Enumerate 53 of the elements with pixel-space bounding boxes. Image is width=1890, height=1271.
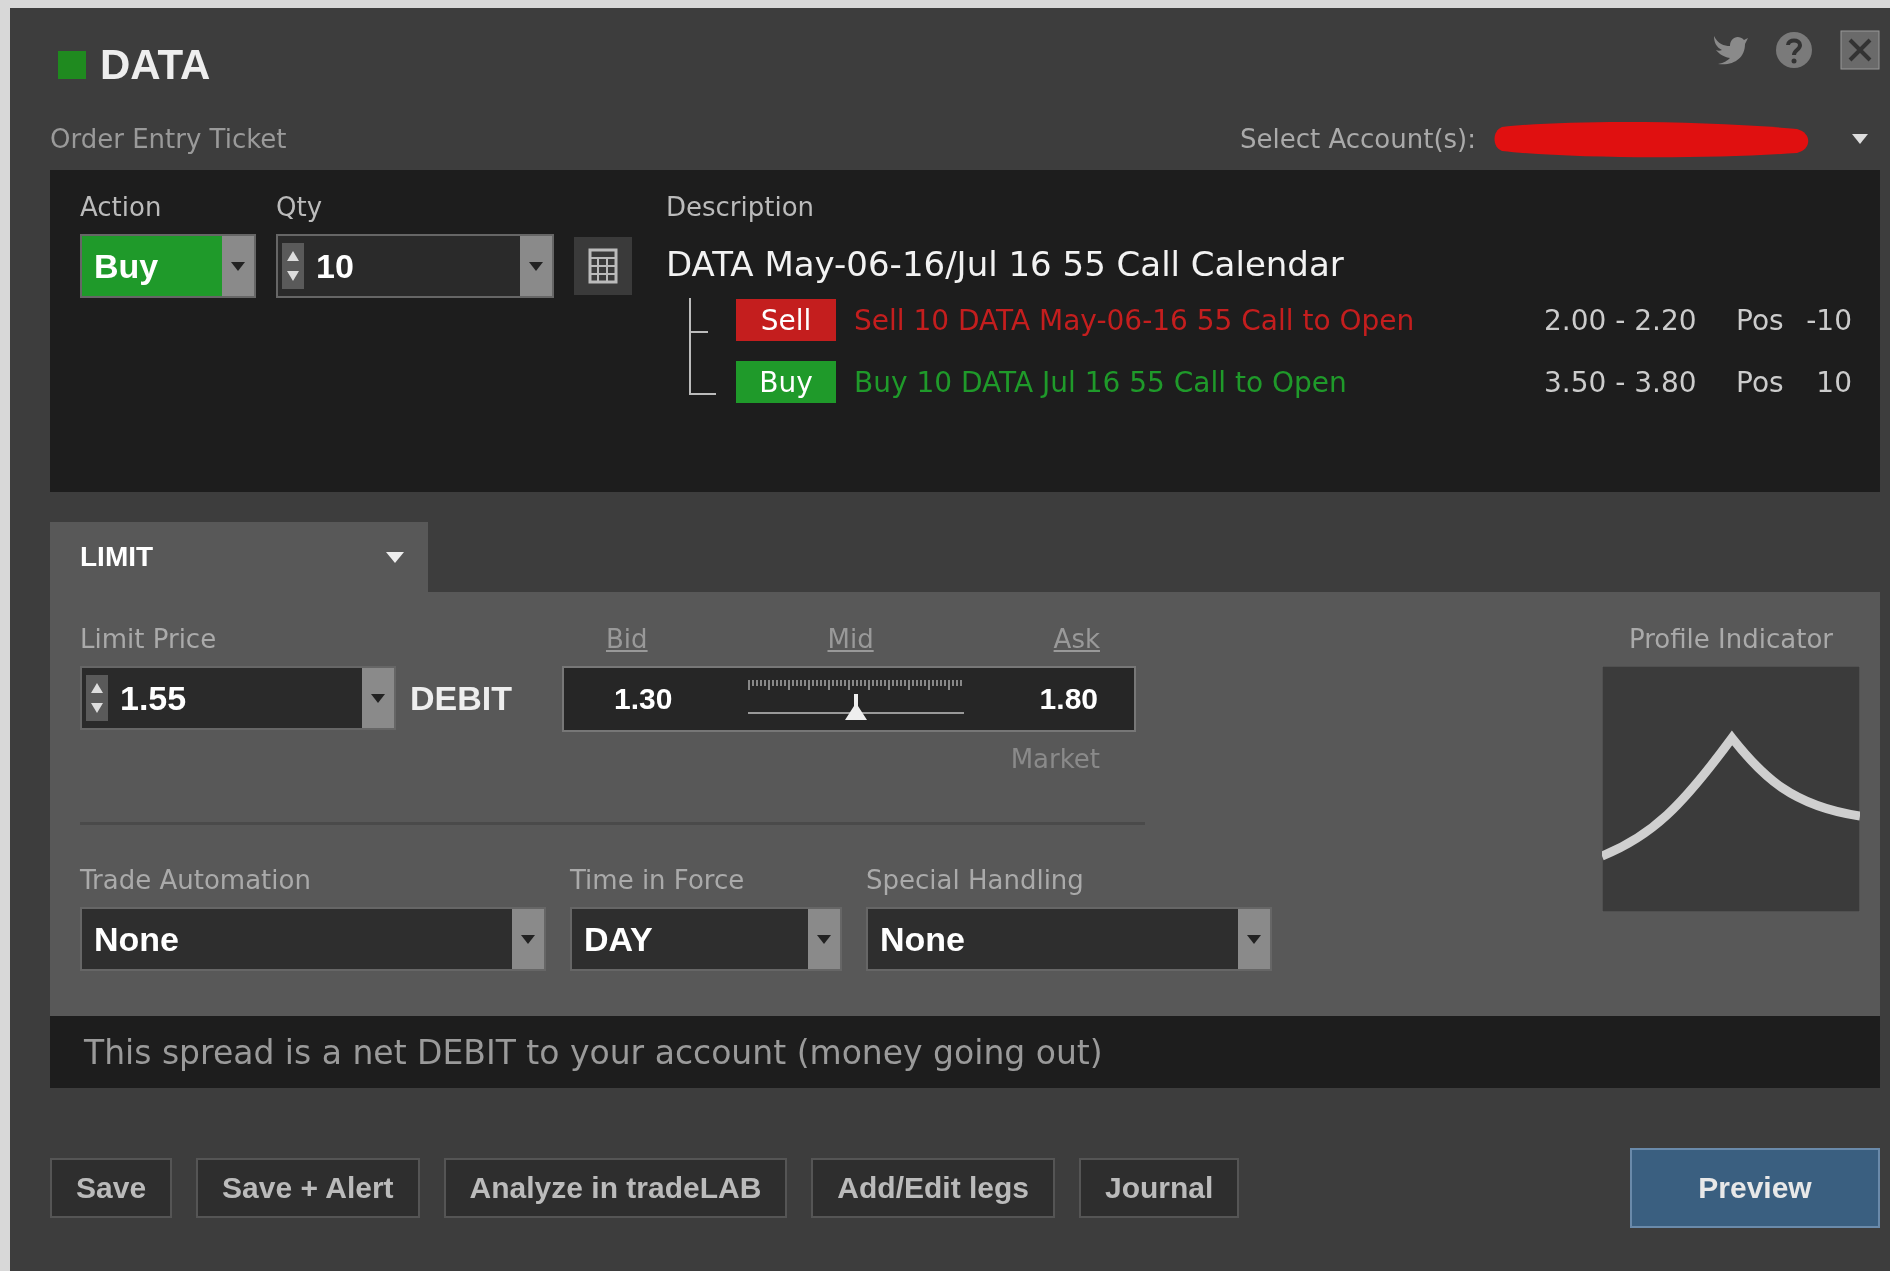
action-button[interactable]: Save	[50, 1158, 173, 1218]
caret-icon[interactable]	[817, 934, 831, 944]
position-value: -10	[1805, 303, 1852, 337]
field-label: Qty	[276, 192, 324, 224]
ask-price: 1.80	[1039, 682, 1098, 716]
leg-price-range: 3.50 - 3.80	[1544, 365, 1698, 399]
leg-side-badge: Sell	[736, 299, 836, 341]
caret-icon[interactable]	[231, 261, 245, 271]
position-value: 10	[1815, 365, 1852, 399]
dropdown[interactable]: DAY	[570, 907, 842, 971]
leg-side-badge: Buy	[736, 361, 836, 403]
caret-icon[interactable]	[529, 261, 543, 271]
quantity-field[interactable]: 10	[276, 234, 554, 298]
status-message: This spread is a net DEBIT to your account (money going out)	[50, 1016, 1880, 1088]
dropdown[interactable]: None	[80, 907, 546, 971]
caret-icon[interactable]	[386, 551, 404, 563]
preview-button[interactable]: Preview	[1630, 1148, 1880, 1228]
spinner-icon[interactable]	[282, 243, 304, 289]
leg-price-range: 2.00 - 2.20	[1544, 303, 1698, 337]
caret-icon[interactable]	[1247, 934, 1261, 944]
caret-icon[interactable]	[371, 693, 385, 703]
bid-price: 1.30	[614, 682, 673, 716]
field-label: Time in Force	[570, 865, 746, 897]
action-dropdown[interactable]: Buy	[80, 234, 256, 298]
order-description: DATA May-06-16/Jul 16 55 Call Calendar	[666, 243, 1345, 286]
spinner-icon[interactable]	[86, 675, 108, 721]
dropdown[interactable]: None	[866, 907, 1272, 971]
leg-description: Sell 10 DATA May-06-16 55 Call to Open	[854, 303, 1416, 337]
caret-icon[interactable]	[521, 934, 535, 944]
field-label: Description	[666, 192, 816, 224]
field-label: Special Handling	[866, 865, 1085, 897]
action-button[interactable]: Journal	[1079, 1158, 1240, 1218]
field-label: Trade Automation	[80, 865, 312, 897]
help-icon[interactable]	[1774, 30, 1814, 70]
price-unit: DEBIT	[410, 678, 512, 718]
field-label: Limit Price	[80, 624, 218, 656]
action-button[interactable]: Save + Alert	[196, 1158, 420, 1218]
position-label: Pos	[1736, 365, 1785, 399]
position-label: Pos	[1736, 303, 1785, 337]
window-subtitle: Order Entry Ticket	[50, 124, 287, 154]
close-icon[interactable]	[1840, 30, 1880, 70]
caret-icon[interactable]	[1852, 134, 1868, 144]
window-title: DATA	[100, 41, 211, 89]
calculator-icon[interactable]	[574, 237, 632, 295]
field-label: Action	[80, 192, 163, 224]
account-label: Select Account(s):	[1239, 124, 1476, 154]
status-square	[58, 51, 86, 79]
action-button[interactable]: Analyze in tradeLAB	[443, 1158, 788, 1218]
limit-price-field[interactable]: 1.55	[80, 666, 396, 730]
action-button[interactable]: Add/Edit legs	[811, 1158, 1055, 1218]
leg-description: Buy 10 DATA Jul 16 55 Call to Open	[854, 365, 1348, 399]
profile-label: Profile Indicator	[1629, 624, 1833, 656]
order-type-dropdown[interactable]: LIMIT	[50, 522, 428, 592]
